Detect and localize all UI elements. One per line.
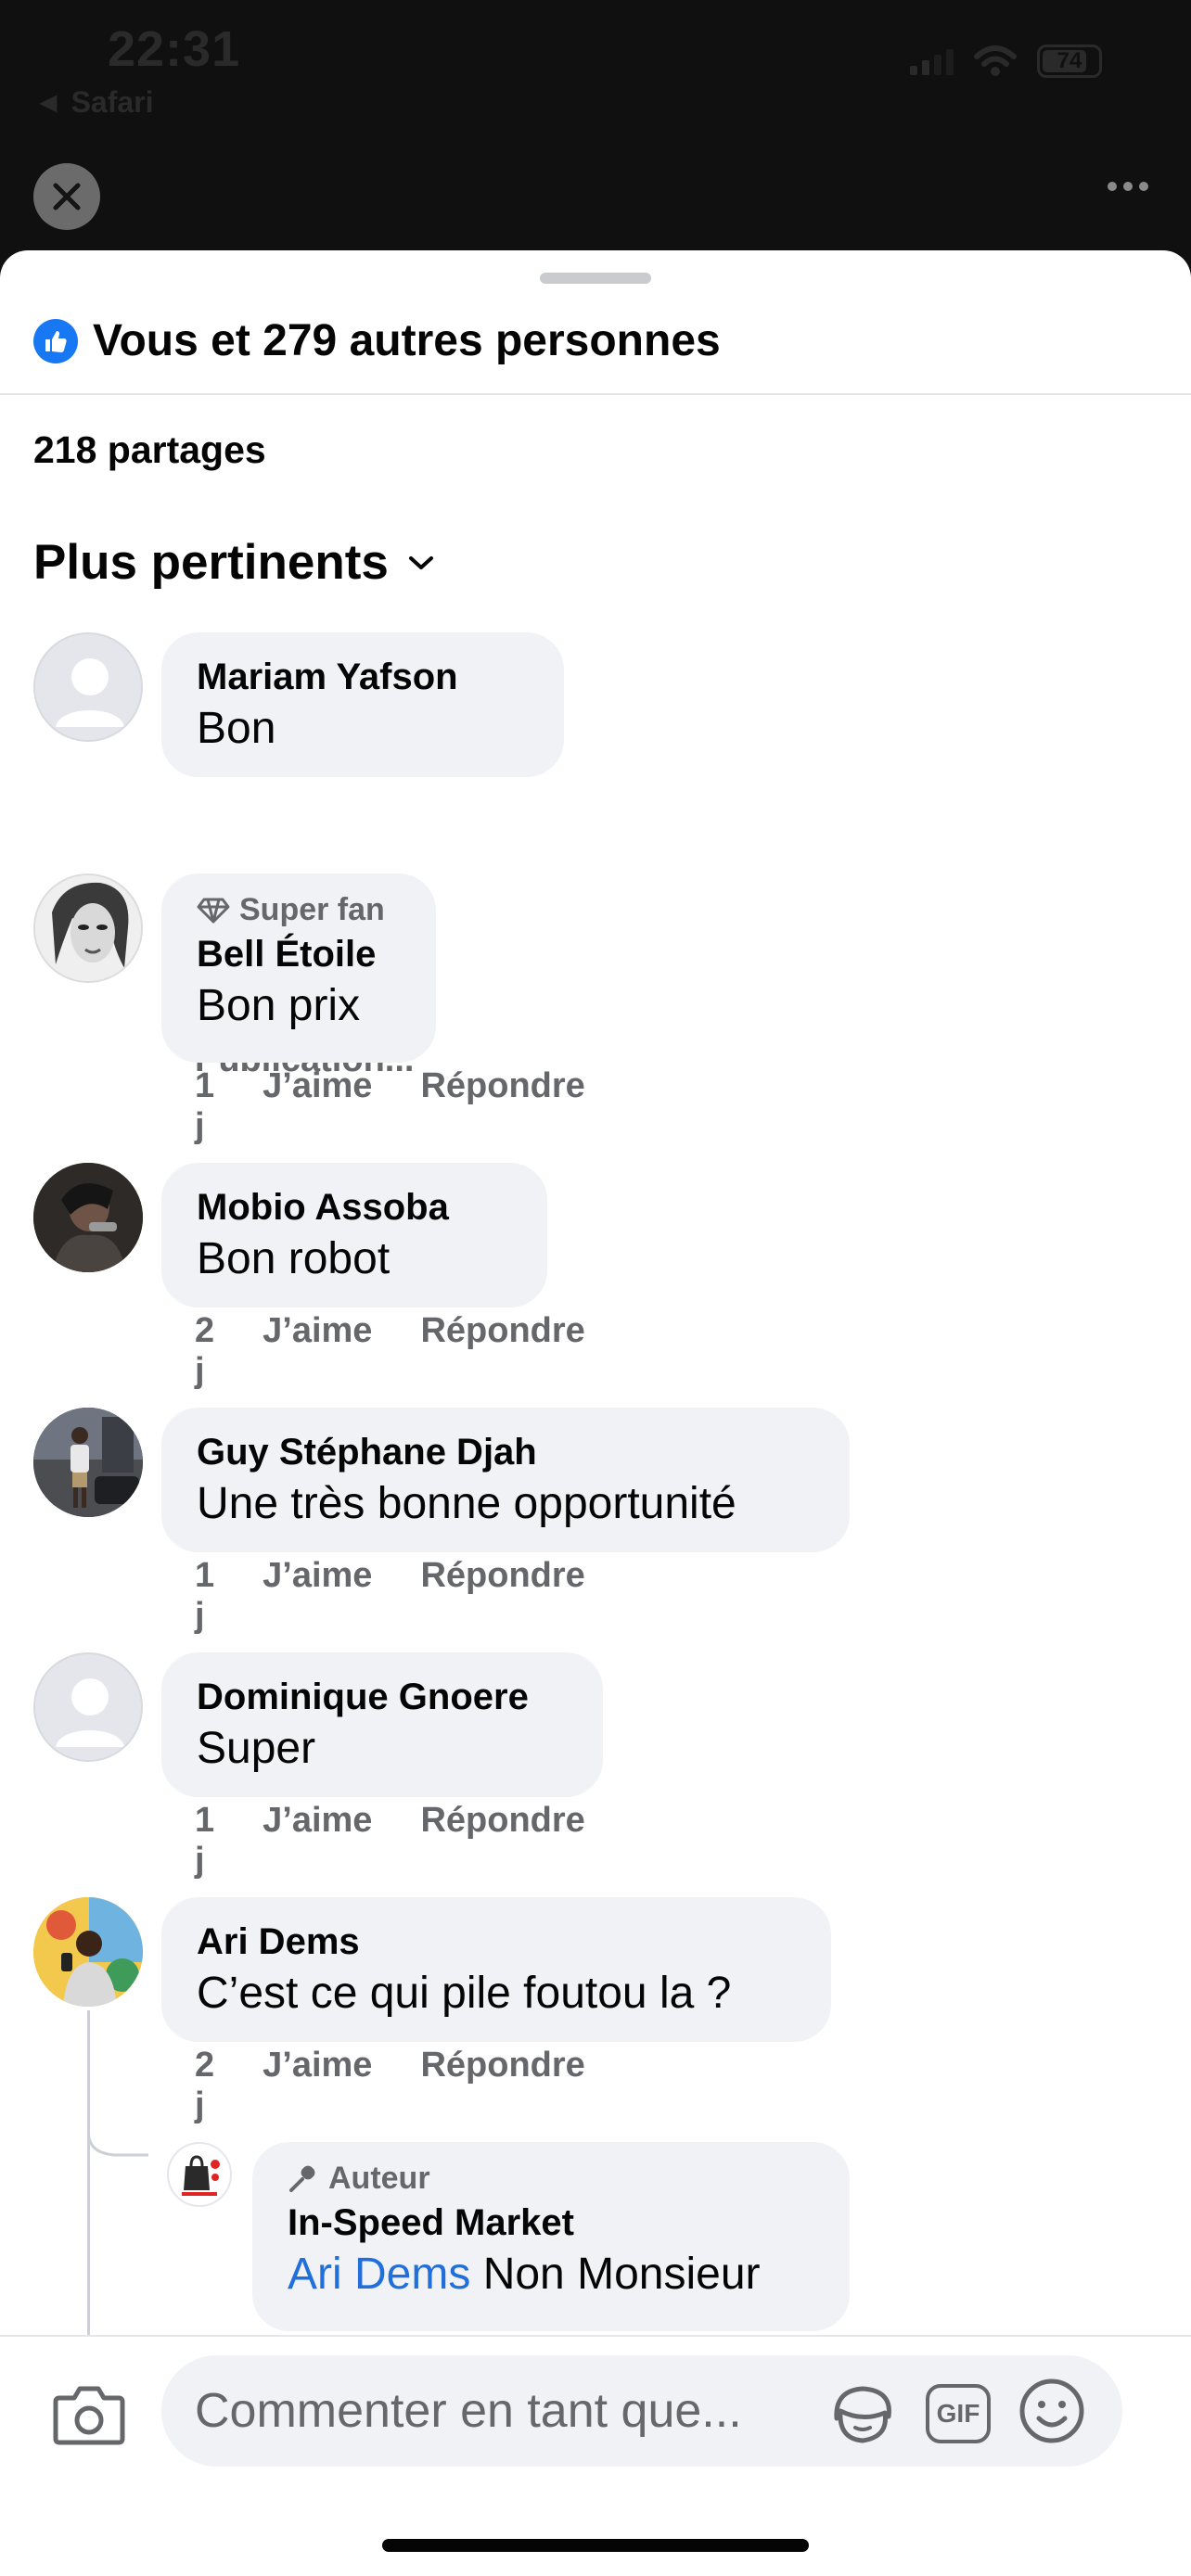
status-indicators: 74 [910,45,1102,78]
comment-text: Super [197,1724,316,1773]
camera-button[interactable] [52,2381,126,2451]
like-button[interactable]: J’aime [263,2046,372,2125]
gif-button[interactable]: GIF [926,2383,991,2443]
comment-author[interactable]: Bell Étoile [197,930,401,978]
badge-label: Auteur [328,2161,430,2196]
comment-time: 2 j [195,2046,215,2124]
avatar[interactable] [33,1408,143,1517]
microphone-icon [289,2165,315,2192]
close-button[interactable] [33,163,100,230]
close-icon [53,183,81,210]
like-button[interactable]: J’aime [263,1066,372,1146]
diamond-icon [197,898,230,923]
comment-text: Bon prix [197,981,361,1030]
drag-handle[interactable] [540,273,651,284]
comment-time: 1 j [195,1556,215,1635]
author-badge: Auteur [288,2161,814,2197]
comment-input-placeholder: Commenter en tant que... [195,2384,742,2438]
avatar[interactable] [33,874,143,983]
comments-sheet: Vous et 279 autres personnes 218 partage… [0,250,1191,2576]
dot [1108,182,1117,191]
comment-actions: 1 j J’aime Répondre [195,1801,585,1881]
reply-button[interactable]: Répondre [420,1066,584,1146]
comment-bubble[interactable]: Dominique Gnoere Super [161,1652,603,1797]
comment-bubble[interactable]: Super fan Bell Étoile Bon prix [161,874,436,1063]
reactions-text: Vous et 279 autres personnes [93,316,721,365]
comment-text: Bon robot [197,1234,391,1283]
avatar[interactable] [33,1163,143,1272]
comment-bubble[interactable]: Ari Dems C’est ce qui pile foutou la ? [161,1897,831,2042]
avatar-sticker-button[interactable] [827,2376,898,2451]
comment-actions: 2 j J’aime Répondre [195,2046,585,2125]
comment-text: Bon [197,704,276,753]
reply-body: Non Monsieur [482,2250,761,2299]
avatar-placeholder[interactable] [33,632,143,742]
smiley-icon [1019,2378,1084,2443]
comment-author[interactable]: Guy Stéphane Djah [197,1428,814,1476]
reply-bubble[interactable]: Auteur In-Speed Market Ari Dems Non Mons… [252,2142,850,2331]
like-button[interactable]: J’aime [263,1311,372,1391]
like-reaction-icon [33,318,78,363]
page-avatar[interactable] [167,2142,232,2207]
like-button[interactable]: J’aime [263,1556,372,1636]
super-fan-badge: Super fan [197,892,401,928]
reactions-summary[interactable]: Vous et 279 autres personnes [33,315,721,366]
chevron-down-icon [408,555,433,569]
comment-actions: 2 j J’aime Répondre [195,1311,585,1391]
dot [1123,182,1133,191]
comment-author[interactable]: Mariam Yafson [197,653,529,701]
emoji-button[interactable] [1018,2378,1085,2449]
reply-button[interactable]: Répondre [420,1556,584,1636]
comment-text: C’est ce qui pile foutou la ? [197,1969,732,2018]
reply-button[interactable]: Répondre [420,2046,584,2125]
reply-button[interactable]: Répondre [420,1311,584,1391]
comment-actions: 1 j J’aime Répondre [195,1556,585,1636]
avatar-sticker-icon [834,2386,891,2443]
dot [1139,182,1148,191]
comment-author[interactable]: Mobio Assoba [197,1183,512,1231]
comment-bubble[interactable]: Guy Stéphane Djah Une très bonne opportu… [161,1408,850,1552]
avatar[interactable] [33,1897,143,2007]
thread-branch [87,2105,148,2157]
home-indicator[interactable] [382,2539,809,2552]
comment-time: 1 j [195,1801,215,1880]
wifi-icon [974,45,1017,76]
comment-actions: 1 j J’aime Répondre [195,1066,585,1146]
composer-actions: GIF [827,2376,1085,2451]
battery-icon: 74 [1037,45,1102,78]
shares-count[interactable]: 218 partages [33,428,266,472]
comment-time: 1 j [195,1066,215,1145]
like-button[interactable]: J’aime [263,1801,372,1881]
mention-link[interactable]: Ari Dems [288,2250,470,2299]
comment-author[interactable]: Ari Dems [197,1918,796,1966]
comment-bubble[interactable]: Mobio Assoba Bon robot [161,1163,547,1307]
reply-text: Ari Dems Non Monsieur [288,2247,814,2302]
cellular-signal-icon [910,47,954,75]
camera-icon [53,2386,125,2445]
avatar-placeholder[interactable] [33,1652,143,1762]
gif-label: GIF [936,2398,980,2428]
status-bar: 22:31 ◄ Safari 74 [0,0,1191,158]
divider [0,393,1191,395]
more-options-button[interactable] [1108,182,1148,191]
sort-dropdown[interactable]: Plus pertinents [33,534,435,591]
badge-label: Super fan [239,892,385,927]
reply-button[interactable]: Répondre [420,1801,584,1881]
battery-level: 74 [1057,48,1082,73]
comment-input[interactable]: Commenter en tant que... GIF [161,2355,1122,2467]
comment-bubble[interactable]: Mariam Yafson Bon [161,632,564,777]
sort-label: Plus pertinents [33,535,389,590]
comment-text: Une très bonne opportunité [197,1479,736,1528]
comment-time: 2 j [195,1311,215,1390]
back-to-app-link[interactable]: ◄ Safari [33,85,154,120]
comment-author[interactable]: Dominique Gnoere [197,1673,568,1721]
status-time: 22:31 [108,21,241,77]
reply-author[interactable]: In-Speed Market [288,2199,814,2247]
